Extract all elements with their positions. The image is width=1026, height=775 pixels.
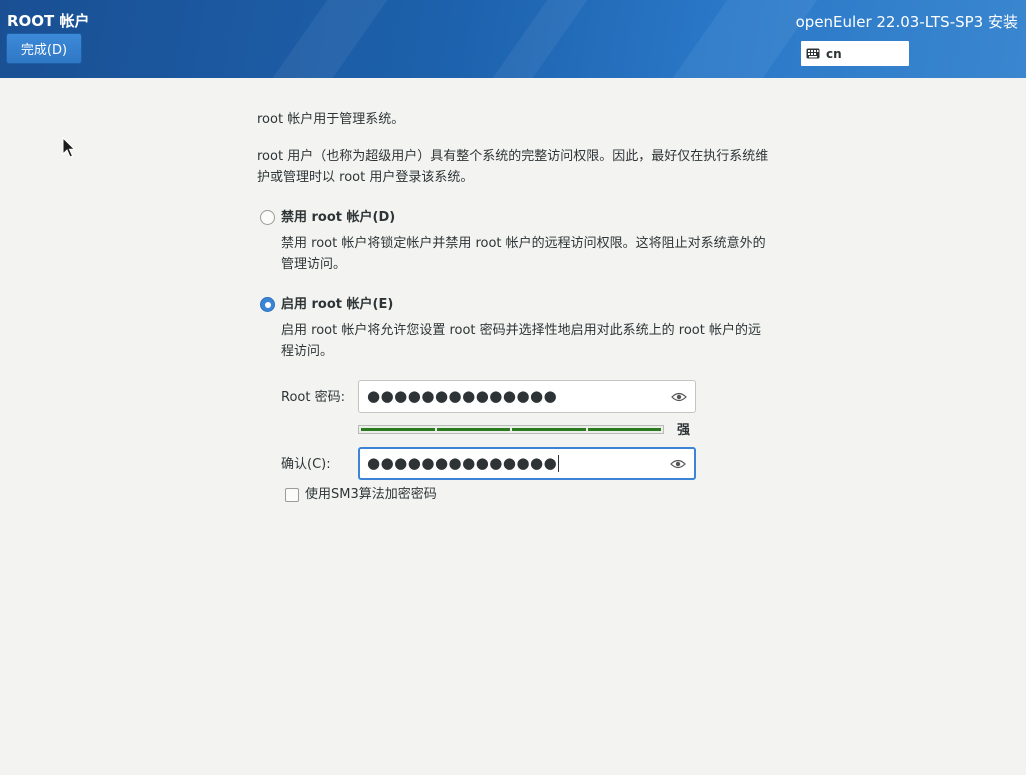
disable-root-radio[interactable] <box>260 210 275 225</box>
strength-segment <box>361 428 435 431</box>
screen-title: ROOT 帐户 <box>7 12 90 30</box>
strength-segment <box>587 428 661 431</box>
disable-root-label[interactable]: 禁用 root 帐户(D) <box>281 207 395 228</box>
confirm-password-label: 确认(C): <box>281 457 331 472</box>
password-strength-bar <box>358 425 664 434</box>
keyboard-layout-label: cn <box>826 46 842 61</box>
confirm-password-field[interactable]: ●●●●●●●●●●●●●● <box>358 447 696 480</box>
strength-segment <box>436 428 510 431</box>
done-button[interactable]: 完成(D) <box>6 33 82 64</box>
enable-root-option[interactable]: 启用 root 帐户(E) <box>260 294 393 315</box>
disable-root-description: 禁用 root 帐户将锁定帐户并禁用 root 帐户的远程访问权限。这将阻止对系… <box>281 236 766 272</box>
header-bar: ROOT 帐户 完成(D) openEuler 22.03-LTS-SP3 安装… <box>0 0 1026 78</box>
root-password-label: Root 密码: <box>281 390 345 405</box>
description-text: root 用户（也称为超级用户）具有整个系统的完整访问权限。因此，最好仅在执行系… <box>257 149 769 185</box>
intro-text: root 帐户用于管理系统。 <box>257 112 405 127</box>
keyboard-layout-indicator[interactable]: cn <box>801 41 909 66</box>
root-password-field[interactable]: ●●●●●●●●●●●●●● <box>358 380 696 413</box>
strength-segment <box>512 428 586 431</box>
product-title: openEuler 22.03-LTS-SP3 安装 <box>795 13 1018 31</box>
text-caret <box>558 455 560 472</box>
show-confirm-password-eye-icon[interactable] <box>670 458 686 470</box>
sm3-encryption-option[interactable]: 使用SM3算法加密密码 <box>285 484 437 505</box>
keyboard-icon <box>806 48 820 59</box>
enable-root-radio[interactable] <box>260 297 275 312</box>
sm3-encryption-checkbox[interactable] <box>285 487 299 502</box>
sm3-encryption-label[interactable]: 使用SM3算法加密密码 <box>305 484 437 505</box>
disable-root-option[interactable]: 禁用 root 帐户(D) <box>260 207 395 228</box>
show-password-eye-icon[interactable] <box>671 391 687 403</box>
enable-root-label[interactable]: 启用 root 帐户(E) <box>281 294 393 315</box>
enable-root-description: 启用 root 帐户将允许您设置 root 密码并选择性地启用对此系统上的 ro… <box>281 323 761 359</box>
root-password-value: ●●●●●●●●●●●●●● <box>367 387 558 405</box>
confirm-password-value: ●●●●●●●●●●●●●● <box>367 454 558 472</box>
password-strength-label: 强 <box>677 423 691 438</box>
mouse-cursor-icon <box>62 137 76 158</box>
